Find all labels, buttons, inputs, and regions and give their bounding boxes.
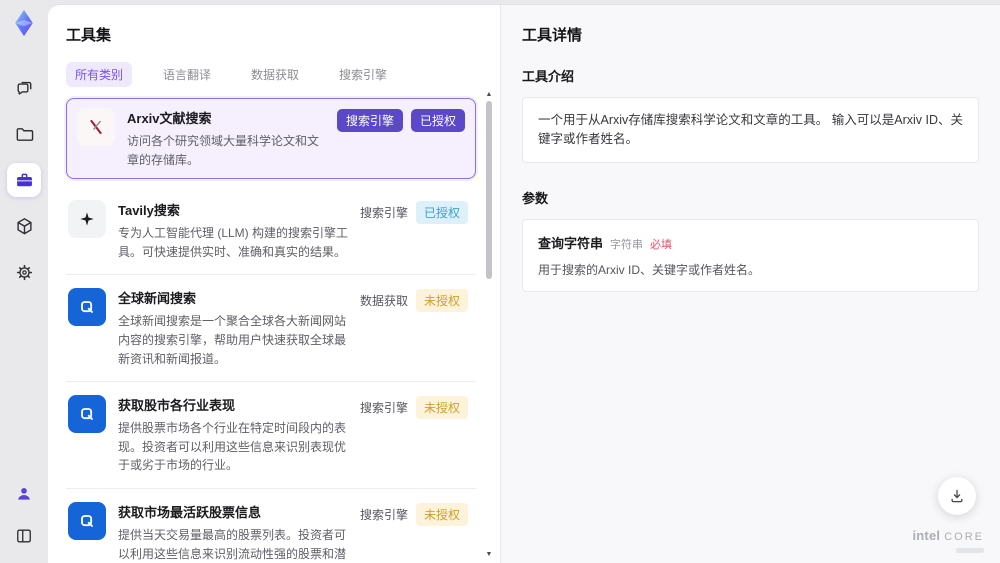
tool-description: 专为人工智能代理 (LLM) 构建的搜索引擎工具。可快速提供实时、准确和真实的结… xyxy=(118,226,349,259)
brand-intel: intel xyxy=(912,528,941,543)
sidebar-item-toolset[interactable] xyxy=(7,163,41,197)
package-icon xyxy=(16,217,32,234)
tool-badges: 搜索引擎 已授权 xyxy=(336,109,465,132)
sidebar-nav xyxy=(7,71,41,289)
app-logo[interactable] xyxy=(8,7,40,39)
tool-card[interactable]: 全球新闻搜索 全球新闻搜索是一个聚合全球各大新闻网站内容的搜索引擎，帮助用户快速… xyxy=(66,275,476,383)
tool-badges: 搜索引擎 已授权 xyxy=(359,201,468,225)
scrollbar-thumb[interactable] xyxy=(486,101,492,279)
parameter-card: 查询字符串 字符串 必填 用于搜索的Arxiv ID、关键字或作者姓名。 xyxy=(522,218,979,292)
toolbox-icon xyxy=(16,173,32,186)
sidebar-item-account[interactable] xyxy=(7,477,41,511)
tavily-icon xyxy=(68,200,106,239)
tool-card-body: 获取市场最活跃股票信息 提供当天交易量最高的股票列表。投资者可以利用这些信息来识… xyxy=(118,502,360,563)
tool-name: 获取市场最活跃股票信息 xyxy=(118,504,262,520)
tool-badges: 数据获取 未授权 xyxy=(359,289,468,313)
tool-status-badge: 已授权 xyxy=(410,109,465,132)
tab-label: 搜索引擎 xyxy=(339,68,388,82)
sidebar-item-packages[interactable] xyxy=(7,209,41,243)
scroll-up-arrow[interactable]: ▲ xyxy=(484,91,494,99)
tool-intro-text: 一个用于从Arxiv存储库搜索科学论文和文章的工具。 输入可以是Arxiv ID… xyxy=(522,97,979,163)
news-search-icon xyxy=(68,395,106,434)
tool-description: 提供当天交易量最高的股票列表。投资者可以利用这些信息来识别流动性强的股票和潜在的… xyxy=(118,527,347,561)
param-required-badge: 必填 xyxy=(650,238,673,251)
page-title: 工具集 xyxy=(66,27,112,44)
news-search-icon xyxy=(68,501,106,540)
app-sidebar xyxy=(0,0,48,563)
tool-status-badge: 未授权 xyxy=(415,289,468,313)
param-list: 查询字符串 字符串 必填 用于搜索的Arxiv ID、关键字或作者姓名。 xyxy=(522,218,979,292)
panel-toggle-icon xyxy=(17,529,31,543)
tool-card-body: Tavily搜索 专为人工智能代理 (LLM) 构建的搜索引擎工具。可快速提供实… xyxy=(118,200,360,261)
tool-details-panel: 工具详情 工具介绍 一个用于从Arxiv存储库搜索科学论文和文章的工具。 输入可… xyxy=(500,5,1000,563)
tab-label: 所有类别 xyxy=(75,68,124,82)
tool-name: Tavily搜索 xyxy=(118,203,180,219)
tool-status-badge: 已授权 xyxy=(415,201,468,225)
logo-icon xyxy=(15,9,33,37)
tool-name: 全球新闻搜索 xyxy=(118,291,197,307)
tool-category-badge: 搜索引擎 xyxy=(359,507,408,522)
brand-core: CORE xyxy=(944,531,984,543)
tool-name: 获取股市各行业表现 xyxy=(118,398,236,414)
tool-card[interactable]: Tavily搜索 专为人工智能代理 (LLM) 构建的搜索引擎工具。可快速提供实… xyxy=(66,187,476,276)
user-icon xyxy=(18,488,30,500)
arxiv-icon xyxy=(77,108,115,146)
download-button[interactable] xyxy=(938,477,976,515)
tool-card-body: 全球新闻搜索 全球新闻搜索是一个聚合全球各大新闻网站内容的搜索引擎，帮助用户快速… xyxy=(118,288,360,368)
tool-card[interactable]: 获取股市各行业表现 提供股票市场各个行业在特定时间段内的表现。投资者可以利用这些… xyxy=(66,382,476,489)
tool-category-badge: 搜索引擎 xyxy=(336,109,403,132)
download-icon xyxy=(951,489,963,503)
tool-category-badge: 搜索引擎 xyxy=(359,401,408,416)
sidebar-item-files[interactable] xyxy=(7,117,41,151)
parameter-head: 查询字符串 字符串 必填 xyxy=(538,233,963,252)
param-description: 用于搜索的Arxiv ID、关键字或作者姓名。 xyxy=(538,262,761,277)
sidebar-item-chat[interactable] xyxy=(7,71,41,105)
intel-core-logo: intel CORE xyxy=(912,528,984,553)
category-tab[interactable]: 语言翻译 xyxy=(154,62,220,87)
tool-description: 提供股票市场各个行业在特定时间段内的表现。投资者可以利用这些信息来识别表现优于或… xyxy=(118,421,347,473)
category-tab[interactable]: 搜索引擎 xyxy=(330,62,396,87)
sidebar-item-settings[interactable] xyxy=(7,255,41,289)
news-search-icon xyxy=(68,288,106,327)
params-heading: 参数 xyxy=(522,190,549,206)
sidebar-bottom xyxy=(7,477,41,553)
details-title: 工具详情 xyxy=(522,27,583,44)
chat-icon xyxy=(17,81,31,95)
category-tabs: 所有类别 语言翻译 数据获取 搜索引擎 xyxy=(66,62,500,87)
sidebar-item-collapse[interactable] xyxy=(7,519,41,553)
tools-panel: 工具集 所有类别 语言翻译 数据获取 搜索引擎 Arxiv文献搜索 访问各个研究… xyxy=(48,5,500,563)
tool-badges: 搜索引擎 未授权 xyxy=(359,502,468,526)
brand-subtext-bar xyxy=(956,548,984,553)
category-tab[interactable]: 数据获取 xyxy=(242,62,308,87)
tool-category-badge: 搜索引擎 xyxy=(359,206,408,221)
settings-icon xyxy=(16,264,32,280)
tool-card-body: 获取股市各行业表现 提供股票市场各个行业在特定时间段内的表现。投资者可以利用这些… xyxy=(118,395,360,475)
intro-heading: 工具介绍 xyxy=(522,69,575,84)
tool-category-badge: 数据获取 xyxy=(359,294,408,309)
param-type: 字符串 xyxy=(610,238,644,251)
tool-description: 全球新闻搜索是一个聚合全球各大新闻网站内容的搜索引擎，帮助用户快速获取全球最新资… xyxy=(118,314,347,366)
tool-badges: 搜索引擎 未授权 xyxy=(359,396,468,420)
tool-status-badge: 未授权 xyxy=(415,396,468,420)
tool-card[interactable]: 获取市场最活跃股票信息 提供当天交易量最高的股票列表。投资者可以利用这些信息来识… xyxy=(66,488,476,563)
tab-label: 语言翻译 xyxy=(163,68,212,82)
tool-status-badge: 未授权 xyxy=(415,502,468,526)
tool-name: Arxiv文献搜索 xyxy=(127,111,212,126)
tool-list: Arxiv文献搜索 访问各个研究领域大量科学论文和文章的存储库。 搜索引擎 已授… xyxy=(66,98,500,563)
category-tab[interactable]: 所有类别 xyxy=(66,62,133,87)
tab-label: 数据获取 xyxy=(251,68,300,82)
tool-card-body: Arxiv文献搜索 访问各个研究领域大量科学论文和文章的存储库。 xyxy=(127,108,337,169)
scroll-down-arrow[interactable]: ▼ xyxy=(484,551,494,559)
main-content: 工具集 所有类别 语言翻译 数据获取 搜索引擎 Arxiv文献搜索 访问各个研究… xyxy=(48,4,1000,563)
folder-icon xyxy=(16,127,33,141)
tool-card[interactable]: Arxiv文献搜索 访问各个研究领域大量科学论文和文章的存储库。 搜索引擎 已授… xyxy=(66,98,476,180)
list-scrollbar: ▲ ▼ xyxy=(484,91,494,559)
param-name: 查询字符串 xyxy=(538,235,604,251)
tool-description: 访问各个研究领域大量科学论文和文章的存储库。 xyxy=(127,134,320,167)
